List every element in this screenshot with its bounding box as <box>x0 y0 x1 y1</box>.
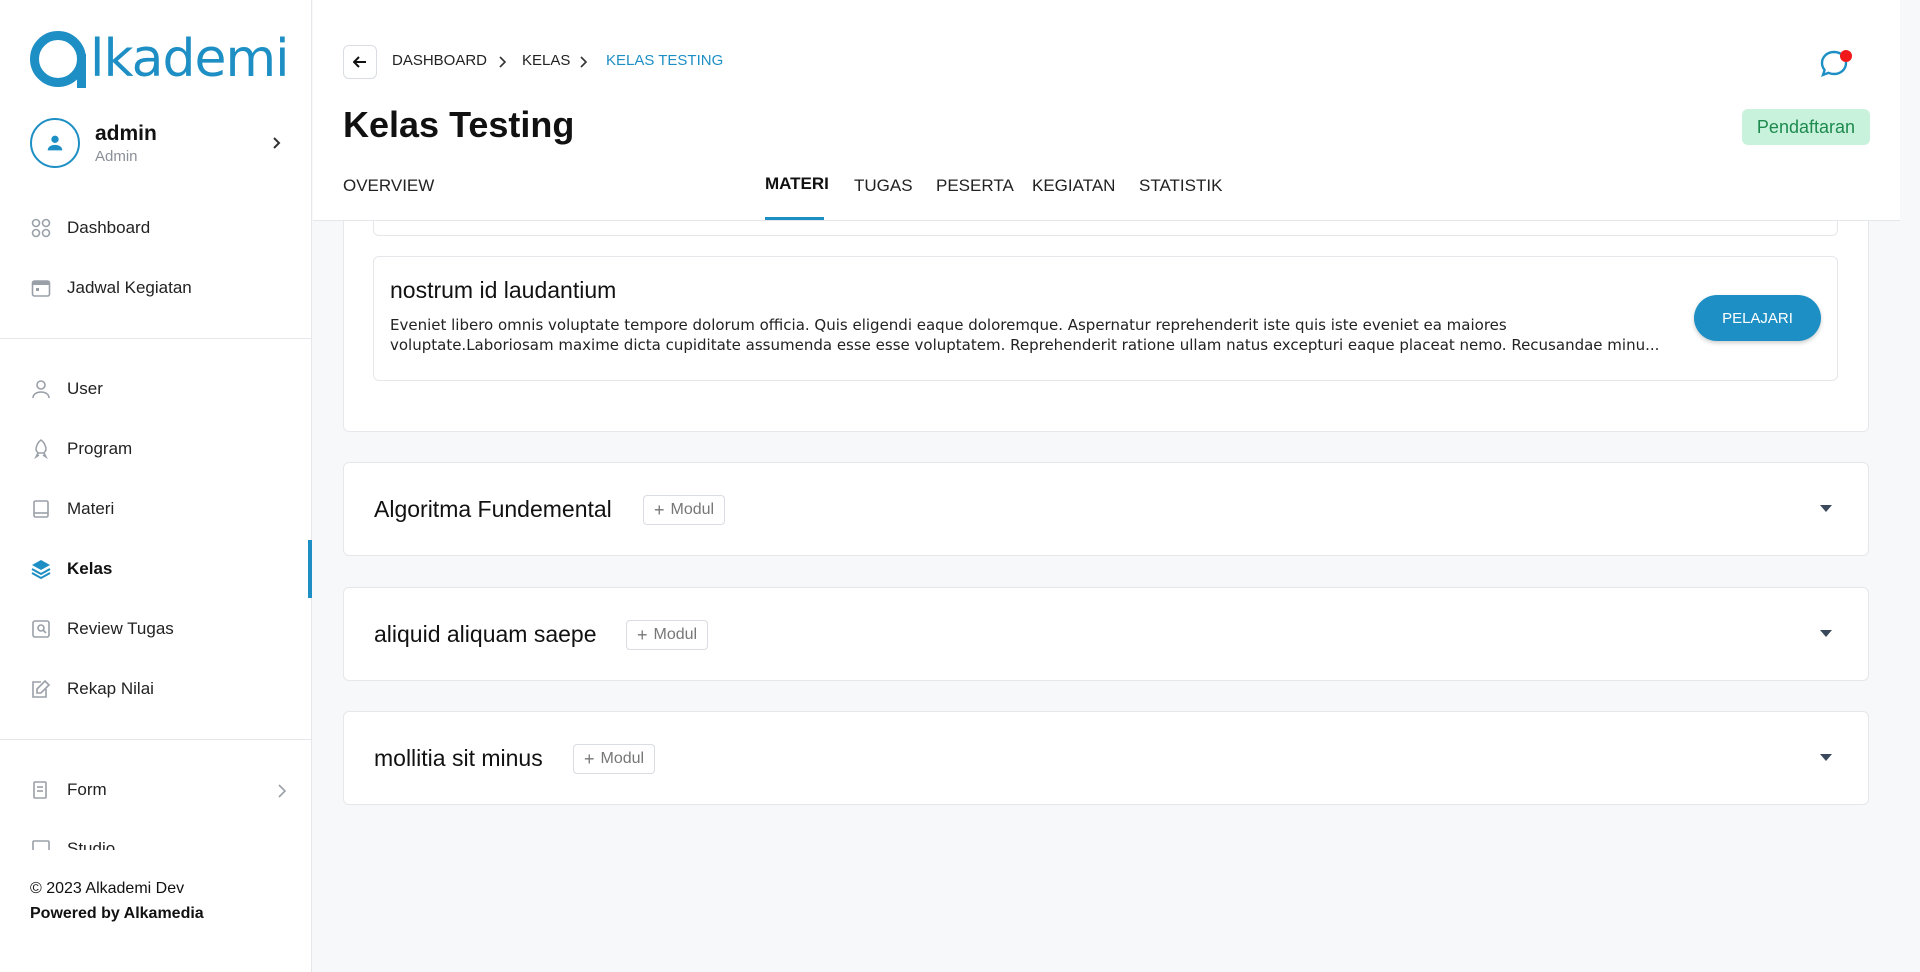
add-modul-button[interactable]: + Modul <box>626 620 709 650</box>
sidebar-item-label: Studio <box>67 839 116 850</box>
sidebar-item-label: Form <box>67 780 107 799</box>
sidebar-item-label: Program <box>67 439 133 458</box>
sidebar-item-form[interactable]: Form <box>30 770 310 810</box>
sidebar-item-jadwal-kegiatan[interactable]: Jadwal Kegiatan <box>30 268 310 308</box>
user-icon <box>30 378 52 400</box>
form-icon <box>30 779 52 801</box>
sidebar-item-label: Kelas <box>67 559 113 578</box>
plus-icon: + <box>584 748 595 769</box>
sidebar: lkademi admin Admin Dashboard Jadwal Keg… <box>0 0 312 972</box>
sidebar-item-review-tugas[interactable]: Review Tugas <box>30 609 310 649</box>
tab-materi[interactable]: MATERI <box>765 174 829 194</box>
sidebar-item-user[interactable]: User <box>30 369 310 409</box>
calendar-icon <box>30 277 52 299</box>
edit-icon <box>30 678 52 700</box>
add-modul-label: Modul <box>670 501 715 518</box>
sidebar-item-materi[interactable]: Materi <box>30 489 310 529</box>
page-title: Kelas Testing <box>343 104 575 145</box>
layers-icon <box>30 558 52 580</box>
chevron-right-icon[interactable] <box>270 136 284 150</box>
notification-dot <box>1840 50 1852 62</box>
plus-icon: + <box>654 499 665 520</box>
add-modul-button[interactable]: + Modul <box>573 744 656 774</box>
breadcrumb-kelas[interactable]: KELAS <box>522 52 570 69</box>
review-icon <box>30 618 52 640</box>
section-card[interactable]: Algoritma Fundemental + Modul <box>343 462 1869 556</box>
profile-role: Admin <box>95 147 138 165</box>
module-item[interactable]: nostrum id laudantium Eveniet libero omn… <box>373 256 1838 381</box>
footer-copyright: © 2023 Alkademi Dev <box>30 880 185 897</box>
sidebar-item-dashboard[interactable]: Dashboard <box>30 208 310 248</box>
chevron-right-icon <box>580 55 588 73</box>
logo-mark-icon <box>30 31 86 88</box>
dashboard-icon <box>30 217 52 239</box>
add-modul-button[interactable]: + Modul <box>643 495 726 525</box>
section-title: mollitia sit minus <box>374 745 543 771</box>
sidebar-item-label: Materi <box>67 499 115 518</box>
caret-down-icon[interactable] <box>1820 630 1832 637</box>
chevron-right-icon <box>278 783 287 803</box>
sidebar-item-label: User <box>67 379 103 398</box>
plus-icon: + <box>637 624 648 645</box>
tab-overview[interactable]: OVERVIEW <box>343 176 434 196</box>
module-title: nostrum id laudantium <box>390 277 617 303</box>
sidebar-item-studio[interactable]: Studio <box>30 830 310 850</box>
avatar <box>30 118 80 168</box>
section-card[interactable]: mollitia sit minus + Modul <box>343 711 1869 805</box>
profile-card[interactable]: admin Admin <box>30 118 284 168</box>
caret-down-icon[interactable] <box>1820 754 1832 761</box>
profile-name: admin <box>95 121 157 145</box>
app-root: lkademi admin Admin Dashboard Jadwal Keg… <box>0 0 1920 972</box>
breadcrumb-dashboard[interactable]: DASHBOARD <box>392 52 487 69</box>
sidebar-item-program[interactable]: Program <box>30 429 310 469</box>
tab-peserta[interactable]: PESERTA <box>936 176 1014 196</box>
alkademi-logo[interactable]: lkademi <box>30 28 290 90</box>
logo-text: lkademi <box>90 29 290 89</box>
studio-icon <box>30 838 52 850</box>
rocket-icon <box>30 438 52 460</box>
section-card[interactable]: aliquid aliquam saepe + Modul <box>343 587 1869 681</box>
add-modul-label: Modul <box>600 750 645 767</box>
arrow-left-icon <box>353 56 366 68</box>
sidebar-divider <box>0 338 312 339</box>
chevron-right-icon <box>499 55 507 73</box>
section-title: Algoritma Fundemental <box>374 496 612 522</box>
active-tab-underline <box>765 217 824 220</box>
footer-powered-by: Powered by Alkamedia <box>30 905 204 922</box>
sidebar-item-rekap-nilai[interactable]: Rekap Nilai <box>30 669 310 709</box>
back-button[interactable] <box>343 45 377 79</box>
sidebar-item-label: Review Tugas <box>67 619 174 638</box>
tab-statistik[interactable]: STATISTIK <box>1139 176 1222 196</box>
tab-kegiatan[interactable]: KEGIATAN <box>1032 176 1115 196</box>
section-title: aliquid aliquam saepe <box>374 621 597 647</box>
sidebar-item-label: Jadwal Kegiatan <box>67 278 192 297</box>
tab-tugas[interactable]: TUGAS <box>854 176 913 196</box>
sidebar-item-label: Dashboard <box>67 218 151 237</box>
caret-down-icon[interactable] <box>1820 505 1832 512</box>
pelajari-button[interactable]: PELAJARI <box>1694 295 1821 341</box>
breadcrumb-current: KELAS TESTING <box>606 52 724 69</box>
status-badge: Pendaftaran <box>1741 109 1870 145</box>
user-avatar-icon <box>47 135 63 151</box>
sidebar-item-kelas[interactable]: Kelas <box>30 549 310 589</box>
active-indicator <box>308 540 312 598</box>
book-icon <box>30 498 52 520</box>
module-description: Eveniet libero omnis voluptate tempore d… <box>390 316 1660 354</box>
sidebar-item-label: Rekap Nilai <box>67 679 154 698</box>
add-modul-label: Modul <box>653 626 698 643</box>
page-header: DASHBOARD KELAS KELAS TESTING Kelas Test… <box>313 0 1900 221</box>
sidebar-divider <box>0 739 312 740</box>
